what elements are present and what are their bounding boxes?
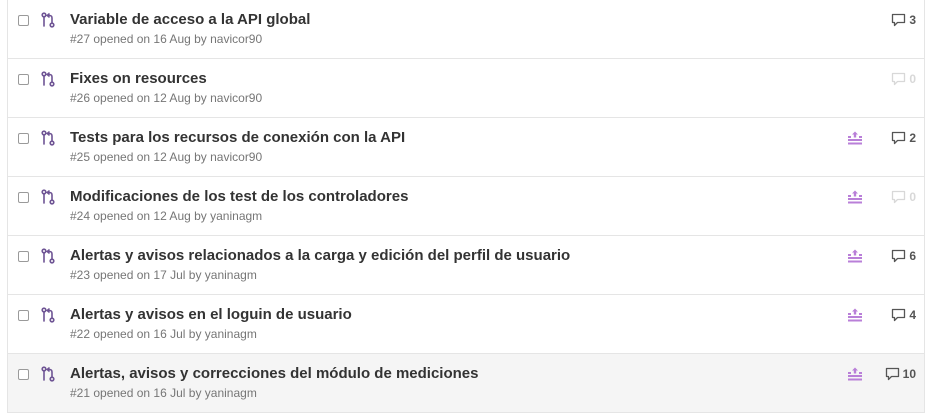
pull-request-row[interactable]: Alertas y avisos en el loguin de usuario… bbox=[8, 294, 924, 353]
status-icon[interactable] bbox=[847, 367, 863, 381]
comment-icon bbox=[891, 131, 906, 145]
select-checkbox[interactable] bbox=[18, 369, 29, 380]
comments-link[interactable]: 10 bbox=[885, 367, 916, 381]
comment-count: 3 bbox=[909, 13, 916, 27]
comment-count: 4 bbox=[909, 308, 916, 322]
comment-count: 0 bbox=[909, 190, 916, 204]
comments-link[interactable]: 2 bbox=[891, 131, 916, 145]
select-checkbox[interactable] bbox=[18, 251, 29, 262]
comment-count: 10 bbox=[902, 367, 916, 381]
pull-request-icon bbox=[41, 248, 55, 264]
pull-request-meta: #26 opened on 12 Aug by navicor90 bbox=[70, 91, 263, 105]
pull-request-row[interactable]: Variable de acceso a la API global #27 op… bbox=[8, 0, 924, 58]
comment-icon bbox=[885, 367, 900, 381]
comment-icon bbox=[891, 308, 906, 322]
status-icon[interactable] bbox=[847, 308, 863, 322]
pull-request-icon bbox=[41, 12, 55, 28]
pull-request-icon bbox=[41, 71, 55, 87]
status-icon[interactable] bbox=[847, 190, 863, 204]
select-checkbox[interactable] bbox=[18, 74, 29, 85]
comments-link[interactable]: 0 bbox=[891, 190, 916, 204]
pull-request-meta: #21 opened on 16 Jul by yaninagm bbox=[70, 386, 257, 400]
pull-request-icon bbox=[41, 307, 55, 323]
comment-icon bbox=[891, 190, 906, 204]
comments-link[interactable]: 0 bbox=[891, 72, 916, 86]
select-checkbox[interactable] bbox=[18, 133, 29, 144]
pull-request-meta: #27 opened on 16 Aug by navicor90 bbox=[70, 32, 263, 46]
pull-request-title[interactable]: Alertas, avisos y correcciones del módul… bbox=[70, 365, 479, 382]
pull-request-meta: #23 opened on 17 Jul by yaninagm bbox=[70, 268, 257, 282]
pull-request-meta: #25 opened on 12 Aug by navicor90 bbox=[70, 150, 263, 164]
pull-request-title[interactable]: Tests para los recursos de conexión con … bbox=[70, 129, 405, 146]
pull-request-meta: #24 opened on 12 Aug by yaninagm bbox=[70, 209, 263, 223]
comment-icon bbox=[891, 72, 906, 86]
comments-link[interactable]: 3 bbox=[891, 13, 916, 27]
comment-count: 2 bbox=[909, 131, 916, 145]
select-checkbox[interactable] bbox=[18, 192, 29, 203]
pull-request-row[interactable]: Fixes on resources #26 opened on 12 Aug b… bbox=[8, 58, 924, 117]
pull-request-list: Variable de acceso a la API global #27 op… bbox=[7, 0, 925, 413]
pull-request-icon bbox=[41, 189, 55, 205]
pull-request-title[interactable]: Variable de acceso a la API global bbox=[70, 11, 310, 28]
comment-count: 6 bbox=[909, 249, 916, 263]
comments-link[interactable]: 4 bbox=[891, 308, 916, 322]
pull-request-icon bbox=[41, 130, 55, 146]
pull-request-icon bbox=[41, 366, 55, 382]
pull-request-title[interactable]: Alertas y avisos relacionados a la carga… bbox=[70, 247, 570, 264]
select-checkbox[interactable] bbox=[18, 15, 29, 26]
status-icon[interactable] bbox=[847, 131, 863, 145]
pull-request-title[interactable]: Alertas y avisos en el loguin de usuario bbox=[70, 306, 352, 323]
pull-request-meta: #22 opened on 16 Jul by yaninagm bbox=[70, 327, 257, 341]
pull-request-title[interactable]: Fixes on resources bbox=[70, 70, 207, 87]
pull-request-row[interactable]: Alertas y avisos relacionados a la carga… bbox=[8, 235, 924, 294]
status-icon[interactable] bbox=[847, 249, 863, 263]
pull-request-row[interactable]: Alertas, avisos y correcciones del módul… bbox=[8, 353, 924, 412]
comments-link[interactable]: 6 bbox=[891, 249, 916, 263]
comment-count: 0 bbox=[909, 72, 916, 86]
comment-icon bbox=[891, 13, 906, 27]
pull-request-row[interactable]: Modificaciones de los test de los contro… bbox=[8, 176, 924, 235]
select-checkbox[interactable] bbox=[18, 310, 29, 321]
pull-request-row[interactable]: Tests para los recursos de conexión con … bbox=[8, 117, 924, 176]
pull-request-title[interactable]: Modificaciones de los test de los contro… bbox=[70, 188, 408, 205]
comment-icon bbox=[891, 249, 906, 263]
